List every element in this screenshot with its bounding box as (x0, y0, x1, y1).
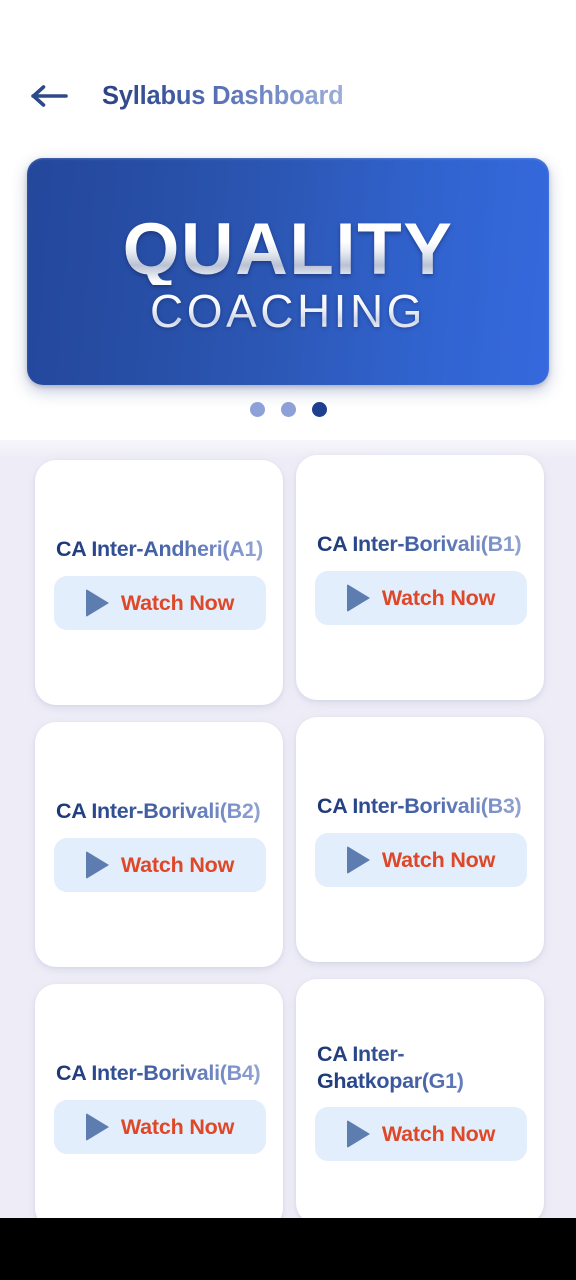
course-card[interactable]: CA Inter-Borivali(B1) Watch Now (296, 455, 544, 700)
course-title: CA Inter-Borivali(B2) (56, 798, 268, 825)
watch-now-button[interactable]: Watch Now (54, 576, 266, 630)
app-header: Syllabus Dashboard (0, 64, 576, 128)
course-card[interactable]: CA Inter-Ghatkopar(G1) Watch Now (296, 979, 544, 1218)
carousel-dot-1[interactable] (249, 402, 265, 417)
banner-title-sub: COACHING (150, 285, 426, 338)
watch-now-button[interactable]: Watch Now (315, 571, 527, 625)
course-title: CA Inter-Andheri(A1) (56, 536, 268, 563)
carousel-dot-2[interactable] (280, 402, 296, 417)
course-title: CA Inter-Borivali(B1) (317, 531, 529, 558)
watch-now-label: Watch Now (120, 852, 235, 877)
watch-now-button[interactable]: Watch Now (54, 838, 266, 892)
device-navigation-bar (0, 1218, 576, 1280)
watch-now-label: Watch Now (120, 1114, 235, 1139)
course-title: CA Inter-Borivali(B4) (56, 1060, 268, 1087)
course-card[interactable]: CA Inter-Borivali(B4) Watch Now (35, 984, 283, 1218)
watch-now-label: Watch Now (120, 590, 235, 615)
course-title: CA Inter-Ghatkopar(G1) (317, 1041, 529, 1095)
page-title: Syllabus Dashboard (102, 81, 344, 110)
course-card[interactable]: CA Inter-Borivali(B2) Watch Now (35, 722, 283, 967)
watch-now-label: Watch Now (381, 585, 496, 610)
banner-carousel[interactable]: QUALITY COACHING (27, 158, 549, 385)
grid-row: CA Inter-Andheri(A1) Watch Now CA Inter-… (35, 455, 545, 705)
course-card[interactable]: CA Inter-Borivali(B3) Watch Now (296, 717, 544, 962)
carousel-dots (0, 402, 576, 417)
carousel-dot-3[interactable] (311, 402, 327, 417)
top-section: Syllabus Dashboard QUALITY COACHING (0, 0, 576, 440)
course-grid-section: CA Inter-Andheri(A1) Watch Now CA Inter-… (0, 440, 576, 1218)
course-grid: CA Inter-Andheri(A1) Watch Now CA Inter-… (35, 455, 545, 1218)
play-icon (346, 846, 370, 874)
watch-now-label: Watch Now (381, 1121, 496, 1146)
play-icon (346, 1120, 370, 1148)
watch-now-button[interactable]: Watch Now (315, 833, 527, 887)
back-button[interactable] (20, 72, 80, 120)
course-title: CA Inter-Borivali(B3) (317, 793, 529, 820)
watch-now-label: Watch Now (381, 847, 496, 872)
play-icon (85, 851, 109, 879)
play-icon (85, 589, 109, 617)
watch-now-button[interactable]: Watch Now (315, 1107, 527, 1161)
play-icon (85, 1113, 109, 1141)
arrow-left-icon (30, 83, 70, 109)
banner-title-main: QUALITY (122, 208, 454, 290)
course-card[interactable]: CA Inter-Andheri(A1) Watch Now (35, 460, 283, 705)
grid-row: CA Inter-Borivali(B2) Watch Now CA Inter… (35, 717, 545, 967)
banner-slide[interactable]: QUALITY COACHING (27, 158, 549, 385)
play-icon (346, 584, 370, 612)
grid-row: CA Inter-Borivali(B4) Watch Now CA Inter… (35, 979, 545, 1218)
watch-now-button[interactable]: Watch Now (54, 1100, 266, 1154)
app-screen: Syllabus Dashboard QUALITY COACHING CA I… (0, 0, 576, 1280)
